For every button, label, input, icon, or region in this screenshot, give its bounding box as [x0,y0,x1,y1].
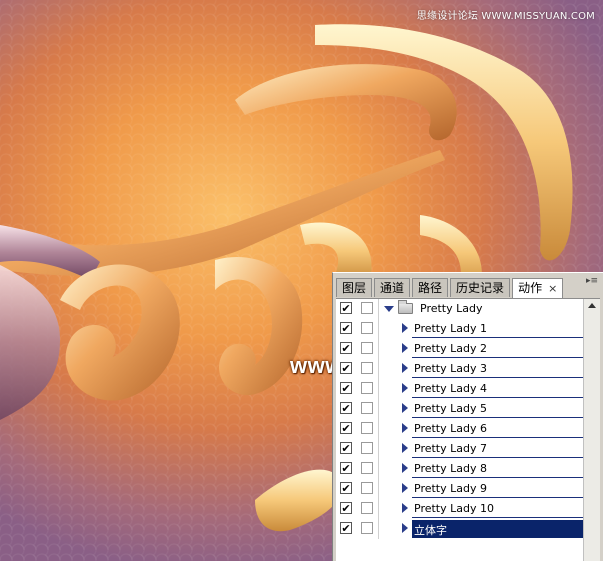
column-divider [378,299,379,319]
dialog-toggle-box[interactable] [361,502,373,514]
action-label: Pretty Lady 3 [414,362,487,375]
panel-menu-icon[interactable]: ▸≡ [585,276,599,286]
action-set-label: Pretty Lady [420,302,483,315]
row-underline [412,377,600,378]
column-divider [378,459,379,479]
action-row-selected[interactable]: ✔ 立体字 [336,519,600,539]
toggle-checkbox[interactable]: ✔ [340,442,352,454]
action-label: Pretty Lady 1 [414,322,487,335]
toggle-checkbox[interactable]: ✔ [340,482,352,494]
column-divider [378,419,379,439]
action-label: Pretty Lady 4 [414,382,487,395]
action-row[interactable]: ✔ Pretty Lady 5 [336,399,600,419]
dialog-toggle-box[interactable] [361,362,373,374]
row-underline [412,417,600,418]
row-underline [412,397,600,398]
expand-triangle-icon[interactable] [384,306,394,312]
dialog-toggle-box[interactable] [361,302,373,314]
collapse-triangle-icon[interactable] [402,443,408,453]
column-divider [378,339,379,359]
action-label: Pretty Lady 7 [414,442,487,455]
collapse-triangle-icon[interactable] [402,343,408,353]
row-underline [412,457,600,458]
tab-channels[interactable]: 通道 [374,278,411,297]
panel-tabs: 图层 通道 路径 历史记录 动作 × [336,278,565,298]
collapse-triangle-icon[interactable] [402,423,408,433]
action-label: Pretty Lady 5 [414,402,487,415]
dialog-toggle-box[interactable] [361,442,373,454]
scroll-up-arrow-icon[interactable] [588,303,596,308]
action-row[interactable]: ✔ Pretty Lady 3 [336,359,600,379]
action-label: 立体字 [414,524,447,537]
tab-paths[interactable]: 路径 [412,278,449,297]
dialog-toggle-box[interactable] [361,522,373,534]
dialog-toggle-box[interactable] [361,322,373,334]
tab-actions-label: 动作 [518,281,543,295]
collapse-triangle-icon[interactable] [402,463,408,473]
dialog-toggle-box[interactable] [361,342,373,354]
dialog-toggle-box[interactable] [361,422,373,434]
column-divider [378,439,379,459]
watermark: 思缘设计论坛 WWW.MISSYUAN.COM [416,11,595,22]
row-underline [412,517,600,518]
dialog-toggle-box[interactable] [361,462,373,474]
action-label: Pretty Lady 2 [414,342,487,355]
toggle-checkbox[interactable]: ✔ [340,362,352,374]
toggle-checkbox[interactable]: ✔ [340,522,352,534]
dialog-toggle-box[interactable] [361,382,373,394]
action-label: Pretty Lady 9 [414,482,487,495]
action-row[interactable]: ✔ Pretty Lady 8 [336,459,600,479]
row-underline [412,437,600,438]
row-underline [412,337,600,338]
action-row[interactable]: ✔ Pretty Lady 7 [336,439,600,459]
collapse-triangle-icon[interactable] [402,483,408,493]
dialog-toggle-box[interactable] [361,402,373,414]
column-divider [378,399,379,419]
dialog-toggle-box[interactable] [361,482,373,494]
tab-history[interactable]: 历史记录 [450,278,511,297]
toggle-checkbox[interactable]: ✔ [340,322,352,334]
toggle-checkbox[interactable]: ✔ [340,502,352,514]
close-icon[interactable]: × [548,279,557,298]
vertical-scrollbar[interactable] [583,299,600,561]
actions-panel: 图层 通道 路径 历史记录 动作 × ▸≡ ✔ Pretty Lady ✔ Pr… [332,272,603,561]
toggle-checkbox[interactable]: ✔ [340,422,352,434]
row-underline [412,497,600,498]
action-row[interactable]: ✔ Pretty Lady 9 [336,479,600,499]
toggle-checkbox[interactable]: ✔ [340,462,352,474]
toggle-checkbox[interactable]: ✔ [340,302,352,314]
toggle-checkbox[interactable]: ✔ [340,342,352,354]
column-divider [378,499,379,519]
toggle-checkbox[interactable]: ✔ [340,402,352,414]
action-set-row[interactable]: ✔ Pretty Lady [336,299,600,319]
collapse-triangle-icon[interactable] [402,323,408,333]
column-divider [378,379,379,399]
column-divider [378,479,379,499]
column-divider [378,359,379,379]
action-label: Pretty Lady 8 [414,462,487,475]
action-row[interactable]: ✔ Pretty Lady 6 [336,419,600,439]
action-label: Pretty Lady 6 [414,422,487,435]
column-divider [378,519,379,539]
row-underline [412,357,600,358]
folder-icon [398,300,413,314]
action-row[interactable]: ✔ Pretty Lady 1 [336,319,600,339]
action-label: Pretty Lady 10 [414,502,494,515]
column-divider [378,319,379,339]
actions-list: ✔ Pretty Lady ✔ Pretty Lady 1 ✔ Pretty L… [336,298,600,561]
row-underline [412,477,600,478]
collapse-triangle-icon[interactable] [402,363,408,373]
collapse-triangle-icon[interactable] [402,523,408,533]
action-row[interactable]: ✔ Pretty Lady 4 [336,379,600,399]
tab-actions[interactable]: 动作 × [512,278,564,298]
toggle-checkbox[interactable]: ✔ [340,382,352,394]
action-row[interactable]: ✔ Pretty Lady 2 [336,339,600,359]
action-row[interactable]: ✔ Pretty Lady 10 [336,499,600,519]
collapse-triangle-icon[interactable] [402,403,408,413]
tab-layers[interactable]: 图层 [336,278,373,297]
collapse-triangle-icon[interactable] [402,383,408,393]
collapse-triangle-icon[interactable] [402,503,408,513]
